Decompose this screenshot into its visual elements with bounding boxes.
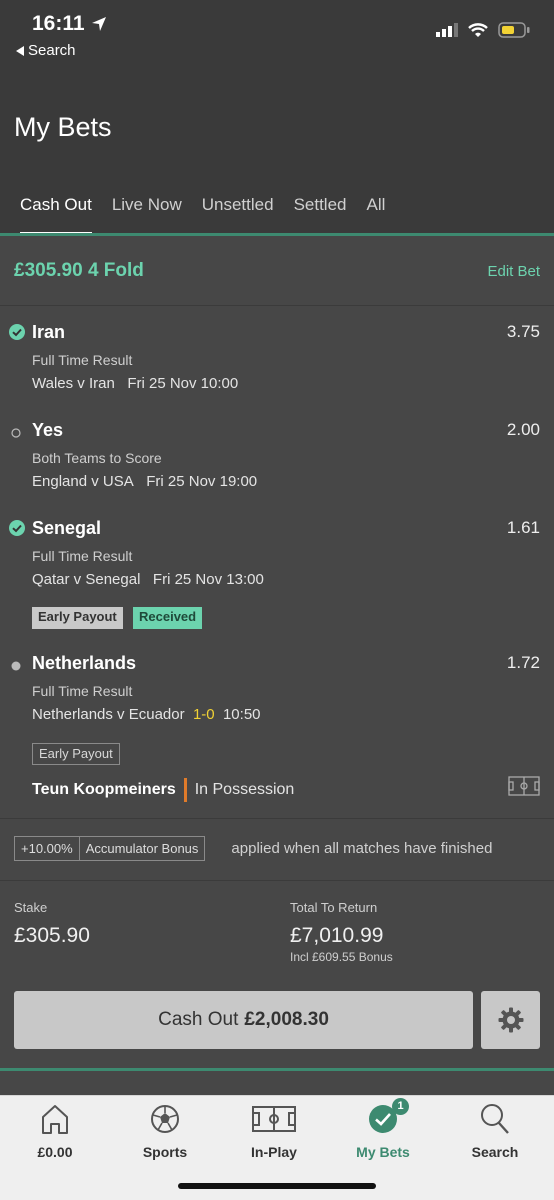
match-date: Fri 25 Nov 19:00 [146,473,258,490]
return-bonus: Incl £609.55 Bonus [290,950,393,964]
back-triangle-icon [16,45,24,56]
early-payout-badge: Early Payout [32,607,123,629]
page-title: My Bets [14,112,112,142]
selection-name: Netherlands [32,653,137,673]
back-to-search[interactable]: Search [16,42,76,59]
match-date: Fri 25 Nov 13:00 [152,571,264,588]
selection-match: Netherlands v Ecuador 1-0 10:50 [32,706,261,723]
bet-summary: £305.90 4 Fold [14,260,144,281]
selection-name: Yes [32,420,64,440]
tab-unsettled[interactable]: Unsettled [202,190,274,235]
tab-all[interactable]: All [367,190,386,235]
match-teams: Netherlands v Ecuador [32,706,185,723]
home-icon [42,1105,68,1134]
live-dot-icon [11,661,21,671]
status-icons [436,22,530,38]
selection-match: Wales v Iran Fri 25 Nov 10:00 [32,375,238,392]
possession-state: In Possession [194,781,295,798]
stake-label: Stake [14,900,48,915]
return-label: Total To Return [290,900,378,915]
cash-out-settings-button[interactable] [481,991,540,1049]
selection-market: Full Time Result [32,352,133,368]
nav-label: Sports [142,1144,188,1160]
selection-name: Senegal [32,518,102,538]
match-teams: Qatar v Senegal [32,571,141,588]
divider [0,818,554,819]
selection-odds: 2.00 [506,420,540,439]
match-date: Fri 25 Nov 10:00 [127,375,239,392]
nav-balance[interactable]: £0.00 [0,1102,110,1160]
pitch-icon [252,1106,296,1132]
divider [0,880,554,881]
selection-odds: 1.61 [506,518,540,537]
pending-circle-icon [11,428,21,438]
nav-label: £0.00 [37,1144,73,1160]
nav-label: Search [471,1144,519,1160]
bonus-percent: +10.00% [14,836,80,861]
match-clock: 10:50 [222,706,261,723]
accumulator-bonus: +10.00% Accumulator Bonus applied when a… [14,836,492,861]
selection-odds: 1.72 [506,653,540,672]
cash-out-label: Cash Out [158,1009,239,1030]
selection-market: Full Time Result [32,683,133,699]
early-payout-badge: Early Payout [32,743,120,765]
back-label: Search [28,42,76,59]
return-value: £7,010.99 [290,924,384,947]
clock-text: 16:11 [32,12,85,35]
notification-badge: 1 [392,1098,409,1115]
nav-in-play[interactable]: In-Play [219,1102,329,1160]
bonus-note: applied when all matches have finished [231,840,493,857]
cash-out-button[interactable]: Cash Out £2,008.30 [14,991,473,1049]
nav-my-bets[interactable]: 1 My Bets [328,1098,438,1160]
bet-tabs: Cash Out Live Now Unsettled Settled All [0,190,554,235]
selection-market: Full Time Result [32,548,133,564]
signal-icon [436,23,458,37]
live-possession: Teun Koopmeiners In Possession [32,778,294,802]
bonus-label: Accumulator Bonus [79,836,206,861]
header: 16:11 Search My Bets Cash Out Live Now U… [0,0,554,235]
selection-match: Qatar v Senegal Fri 25 Nov 13:00 [32,571,264,588]
nav-search[interactable]: Search [440,1102,550,1160]
search-icon [481,1104,509,1134]
status-time: 16:11 [32,12,107,36]
cash-out-amount: £2,008.30 [244,1009,329,1030]
bet-header: £305.90 4 Fold Edit Bet [0,236,554,306]
stake-value: £305.90 [14,924,90,947]
location-arrow-icon [91,17,106,31]
match-teams: England v USA [32,473,134,490]
bet-separator [0,1068,554,1071]
live-score: 1-0 [192,706,215,723]
tab-settled[interactable]: Settled [294,190,347,235]
selection-market: Both Teams to Score [32,450,162,466]
check-circle-icon [9,520,25,536]
wifi-icon [468,22,488,37]
match-teams: Wales v Iran [32,375,115,392]
home-indicator[interactable] [178,1183,376,1189]
nav-label: In-Play [251,1144,297,1160]
gear-icon [498,1007,523,1033]
selection-odds: 3.75 [506,322,540,341]
player-name: Teun Koopmeiners [32,781,176,798]
nav-label: My Bets [356,1144,410,1160]
tab-cash-out[interactable]: Cash Out [20,190,92,235]
tab-live-now[interactable]: Live Now [112,190,182,235]
selection-name: Iran [32,322,66,342]
edit-bet-link[interactable]: Edit Bet [487,263,540,280]
received-badge: Received [133,607,203,629]
check-circle-icon [9,324,25,340]
battery-icon [498,22,530,38]
selection-match: England v USA Fri 25 Nov 19:00 [32,473,257,490]
pitch-icon[interactable] [508,776,540,796]
nav-sports[interactable]: Sports [110,1102,220,1160]
football-icon [151,1105,179,1133]
possession-bar [183,778,187,802]
